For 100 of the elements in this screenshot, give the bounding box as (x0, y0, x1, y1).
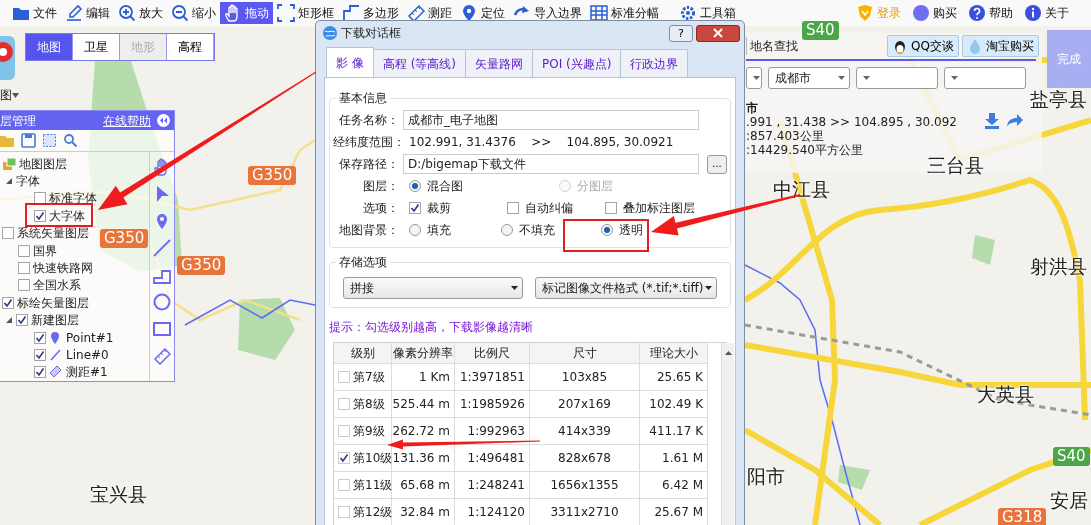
radio-button[interactable] (501, 224, 513, 236)
road-shield: G318 (998, 508, 1047, 525)
checkbox[interactable] (18, 279, 30, 292)
caret-icon (12, 92, 19, 98)
help-button[interactable]: ? (669, 24, 693, 42)
area-text: :14429.540平方公里 (746, 143, 864, 157)
toolbar-button[interactable]: 文件 (8, 2, 61, 24)
dialog-tab[interactable]: 矢量路网 (465, 49, 533, 77)
toolbar-button[interactable]: 多边形 (338, 2, 403, 24)
checkbox[interactable] (409, 202, 421, 214)
dropdown[interactable] (944, 67, 1026, 89)
line-icon[interactable] (153, 238, 171, 257)
table-cell-text: 第10级 (353, 450, 393, 467)
rectangle-icon[interactable] (153, 319, 171, 338)
checkbox[interactable] (16, 314, 28, 327)
checkbox[interactable] (34, 348, 46, 361)
toolbar-button[interactable]: 放大 (114, 2, 167, 24)
checkbox[interactable] (34, 192, 46, 205)
layer-name: Point#1 (66, 329, 114, 347)
share-icon[interactable] (1006, 113, 1024, 127)
download-icon[interactable] (984, 113, 1000, 129)
table-cell-text: 65.68 m (400, 477, 450, 494)
dropdown[interactable]: 标记图像文件格式 (*.tif;*.tiff) (535, 277, 717, 299)
radio-button[interactable] (409, 224, 421, 236)
dialog-tab[interactable]: 行政边界 (620, 49, 689, 77)
toolbar-button[interactable]: 矩形框 (273, 2, 338, 24)
checkbox[interactable] (2, 296, 14, 309)
field-label: 图层： (362, 178, 400, 195)
toolbar-button[interactable]: 关于 (1020, 2, 1073, 24)
table-cell-text: 第7级 (353, 369, 385, 386)
dialog-tab[interactable]: POI (兴趣点) (532, 49, 622, 77)
dropdown[interactable] (746, 67, 762, 89)
droplet-icon (967, 37, 983, 54)
checkbox[interactable] (605, 202, 617, 214)
panel-button[interactable]: QQ交谈 (887, 34, 959, 57)
group-title: 存储选项 (336, 255, 390, 270)
panel-button[interactable]: 淘宝购买 (962, 34, 1039, 57)
badge-icon (856, 4, 874, 22)
dropdown[interactable]: 成都市 (768, 67, 850, 89)
caret-icon (724, 351, 732, 355)
dialog-tab[interactable]: 影 像 (326, 47, 374, 77)
layer-name: 国界 (33, 242, 57, 260)
map-type-tab[interactable]: 地图 (26, 34, 73, 60)
close-button[interactable] (696, 24, 740, 42)
column-header: 比例尺 (455, 343, 530, 363)
browse-button[interactable]: ... (707, 154, 727, 174)
circle-icon (912, 4, 930, 22)
checkbox[interactable] (18, 261, 30, 274)
checkbox[interactable] (18, 244, 30, 257)
table-cell-text: 525.44 m (392, 396, 450, 413)
toolbar-button[interactable]: 标准分幅 (586, 2, 663, 24)
road-shield: S40 (802, 21, 839, 40)
layer-name: 地图图层 (19, 155, 67, 173)
checkbox[interactable] (34, 209, 46, 222)
table-cell-text: 262.72 m (392, 423, 450, 440)
caret-icon[interactable] (5, 316, 13, 325)
dialog-tab[interactable]: 高程 (等高线) (372, 49, 466, 77)
input-field[interactable]: 成都市_电子地图 (403, 110, 699, 130)
toolbar-button[interactable]: 测距 (403, 2, 456, 24)
toolbar-button[interactable]: 购买 (908, 2, 961, 24)
ruler-icon[interactable] (153, 346, 171, 365)
checkbox[interactable] (338, 452, 350, 464)
checkbox[interactable] (34, 366, 46, 379)
toolbar-button[interactable]: 拖动 (220, 2, 273, 24)
zoom-in-icon (118, 4, 136, 22)
checkbox[interactable] (34, 331, 46, 344)
toolbar-button[interactable]: 编辑 (61, 2, 114, 24)
place-label: 三台县 (927, 156, 984, 175)
table-cell-text: 1:992963 (467, 423, 525, 440)
caret-icon (838, 76, 845, 80)
selection-icon[interactable] (42, 133, 57, 149)
panel-tab[interactable]: 地名查找 (746, 36, 801, 55)
circle-icon[interactable] (153, 292, 171, 311)
app-menu[interactable]: 图 (0, 86, 19, 104)
table-cell-text: 第11级 (353, 477, 393, 494)
layer-name: 大字体 (49, 207, 85, 225)
save-icon[interactable] (21, 133, 36, 149)
toolbar-button[interactable]: 缩小 (167, 2, 220, 24)
area-name: 市 (746, 101, 759, 115)
dropdown[interactable] (856, 67, 938, 89)
caret-icon[interactable] (5, 177, 13, 185)
toolbar-button[interactable]: 帮助 (964, 2, 1017, 24)
panel-title: 层管理 (0, 112, 36, 130)
scrollbar[interactable] (721, 343, 734, 525)
search-icon[interactable] (63, 133, 78, 149)
help-icon (968, 4, 986, 22)
layer-name: 标准字体 (49, 190, 97, 208)
option-label: 分图层 (577, 178, 613, 195)
dropdown[interactable]: 拼接 (343, 277, 523, 299)
checkbox[interactable] (507, 202, 519, 214)
checkbox[interactable] (2, 227, 14, 240)
radio-button[interactable] (409, 180, 421, 192)
option-label: 叠加标注图层 (623, 200, 695, 217)
toolbar-button[interactable]: 工具箱 (675, 2, 740, 24)
input-field[interactable]: D:/bigemap下载文件 (403, 154, 699, 174)
help-link[interactable]: 在线帮助 (103, 111, 151, 130)
radio-button[interactable] (601, 224, 613, 236)
column-header: 尺寸 (530, 343, 640, 363)
layer-name: 标绘矢量图层 (17, 294, 89, 312)
caret-icon (705, 286, 712, 290)
